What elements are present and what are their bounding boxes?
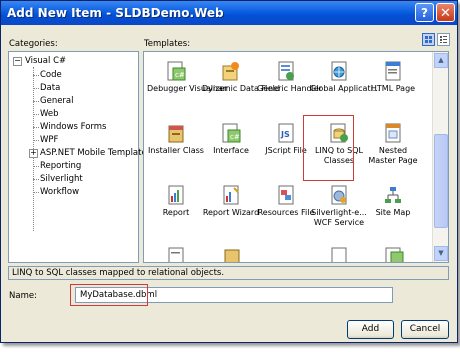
scroll-up-icon[interactable]: ▲ [434, 53, 448, 68]
templates-label: Templates: [144, 39, 191, 49]
tree-item-data[interactable]: Data [40, 83, 60, 93]
sitemap-icon [385, 187, 401, 203]
tree-item-silverlight[interactable]: Silverlight [40, 174, 83, 184]
master-page-icon [385, 123, 401, 143]
add-button[interactable]: Add [347, 320, 394, 339]
template-description: LINQ to SQL classes mapped to relational… [8, 266, 449, 280]
tree-branch [33, 101, 39, 102]
small-icons-icon [440, 36, 447, 43]
template-site-map[interactable]: Site Map [364, 184, 422, 218]
handler-icon [278, 61, 294, 81]
selection-highlight-box [303, 115, 354, 181]
dynamic-data-icon [222, 62, 239, 81]
tree-item-code[interactable]: Code [40, 70, 62, 80]
template-debugger-visualizer[interactable]: c# Debugger Visualizer [147, 60, 228, 94]
scroll-thumb[interactable] [434, 134, 448, 228]
csharp-class-icon: c# [167, 61, 186, 81]
partial-template-icon [168, 247, 184, 262]
partial-template-icon [385, 247, 404, 262]
categories-label: Categories: [9, 39, 58, 49]
template-label: Silverlight-e... WCF Service [311, 208, 367, 227]
template-label: Site Map [375, 208, 411, 217]
interface-icon: c# [222, 123, 241, 143]
report-icon [168, 185, 184, 205]
svg-text:c#: c# [175, 71, 185, 79]
svg-text:JS: JS [280, 130, 290, 139]
templates-scrollbar[interactable]: ▲ ▼ [432, 52, 448, 262]
resources-icon [278, 185, 294, 205]
small-icons-view-button[interactable] [437, 33, 450, 46]
categories-tree[interactable]: − Visual C# Code Data General Web Window… [8, 51, 151, 263]
tree-branch [33, 88, 39, 89]
template-label: Resources File [257, 208, 315, 217]
template-label: HTML Page [370, 84, 416, 93]
name-highlight-box [70, 284, 148, 306]
html-page-icon [385, 61, 401, 81]
template-silverlight-wcf-service[interactable]: Silverlight-e... WCF Service [310, 184, 368, 228]
cancel-button[interactable]: Cancel [401, 320, 449, 339]
tree-branch [33, 114, 39, 115]
partial-template-icon [331, 247, 347, 262]
silverlight-wcf-icon [331, 185, 347, 205]
templates-list[interactable]: c# Debugger Visualizer Dynamic Data Fiel… [143, 51, 449, 263]
svg-text:c#: c# [230, 133, 240, 141]
collapse-toggle-icon[interactable]: − [13, 57, 22, 66]
template-nested-master-page[interactable]: Nested Master Page [364, 122, 422, 166]
tree-branch [33, 166, 39, 167]
template-report[interactable]: Report [147, 184, 205, 218]
tree-item-web[interactable]: Web [40, 109, 59, 119]
template-global-application[interactable]: Global Applicati... [310, 60, 381, 94]
tree-root-visual-csharp[interactable]: Visual C# [25, 56, 66, 66]
template-label: Global Applicati... [310, 84, 381, 93]
report-wizard-icon [223, 185, 239, 205]
template-dynamic-data-field[interactable]: Dynamic Data Field [202, 60, 280, 94]
template-label: Dynamic Data Field [202, 84, 280, 93]
tree-branch [33, 140, 39, 141]
jscript-icon: JS [278, 123, 294, 143]
template-label: Generic Handler [257, 84, 323, 93]
name-label: Name: [9, 291, 37, 301]
add-new-item-dialog: Add New Item - SLDBDemo.Web ? ✕ Categori… [0, 0, 458, 343]
tree-branch [33, 75, 39, 76]
tree-branch [33, 179, 39, 180]
tree-item-workflow[interactable]: Workflow [40, 187, 79, 197]
template-interface[interactable]: c# Interface [202, 122, 260, 156]
template-generic-handler[interactable]: Generic Handler [257, 60, 323, 94]
installer-icon [168, 125, 184, 143]
tree-item-windows-forms[interactable]: Windows Forms [40, 122, 107, 132]
tree-item-aspnet-mobile[interactable]: ASP.NET Mobile Templates [40, 148, 151, 158]
tree-item-general[interactable]: General [40, 96, 74, 106]
template-label: Report [162, 208, 190, 217]
title-bar[interactable]: Add New Item - SLDBDemo.Web ? ✕ [1, 1, 457, 25]
template-label: Interface [213, 146, 249, 155]
partial-template-icon [224, 249, 240, 262]
scroll-down-icon[interactable]: ▼ [434, 246, 448, 261]
tree-item-reporting[interactable]: Reporting [40, 161, 81, 171]
tree-branch [33, 192, 39, 193]
template-html-page[interactable]: HTML Page [364, 60, 422, 94]
help-button[interactable]: ? [415, 3, 434, 22]
close-button[interactable]: ✕ [436, 3, 455, 22]
window-title: Add New Item - SLDBDemo.Web [7, 6, 224, 20]
template-label: Debugger Visualizer [147, 84, 228, 93]
template-label: Installer Class [148, 146, 204, 155]
large-icons-icon [425, 36, 432, 43]
template-resources-file[interactable]: Resources File [257, 184, 315, 218]
global-app-icon [331, 61, 347, 81]
tree-item-wpf[interactable]: WPF [40, 135, 58, 145]
expand-toggle-icon[interactable]: + [29, 149, 38, 158]
template-installer-class[interactable]: Installer Class [147, 122, 205, 156]
template-report-wizard[interactable]: Report Wizard [202, 184, 260, 218]
template-label: Report Wizard [202, 208, 260, 217]
large-icons-view-button[interactable] [422, 33, 435, 46]
template-label: Nested Master Page [368, 146, 418, 165]
tree-branch [33, 127, 39, 128]
